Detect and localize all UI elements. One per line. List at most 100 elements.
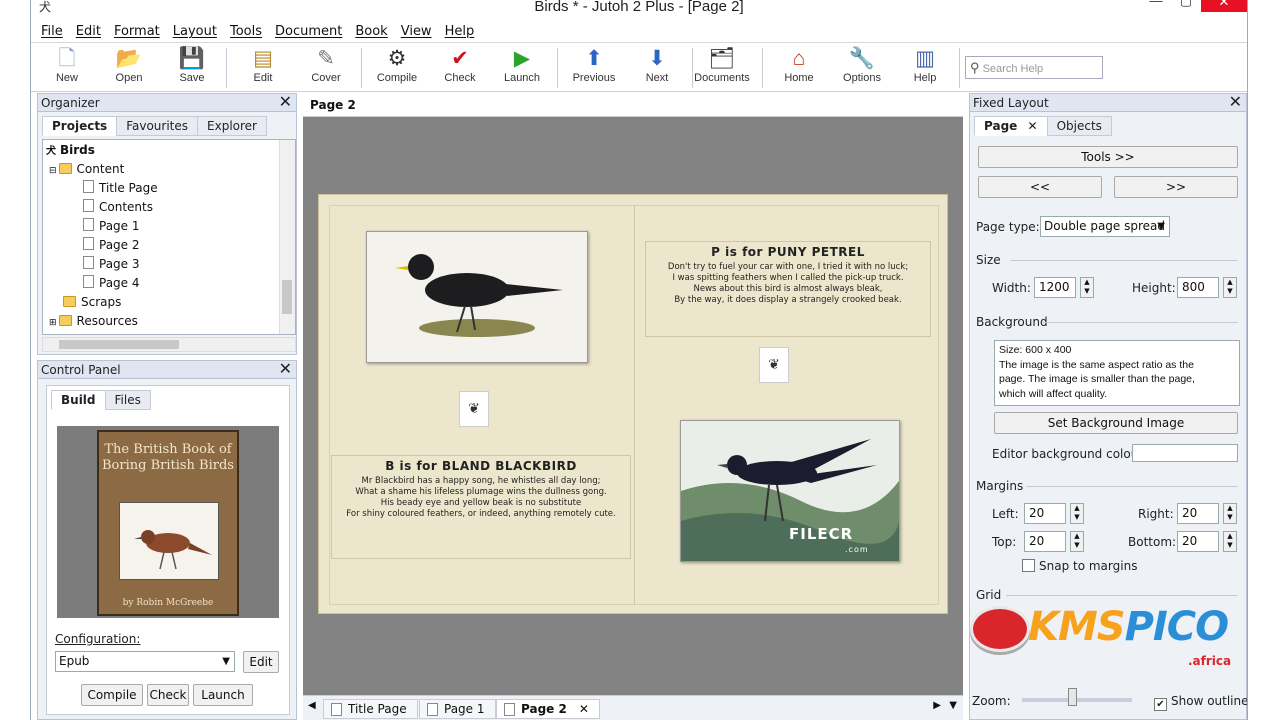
help-button[interactable]: ▥ Help bbox=[897, 46, 953, 84]
margin-top-stepper[interactable]: ▲ ▼ bbox=[1070, 531, 1084, 552]
save-button[interactable]: 💾 Save bbox=[164, 46, 220, 84]
doc-tab-page-2[interactable]: Page 2 ✕ bbox=[496, 699, 600, 719]
tree-item-resources[interactable]: ⊞ Resources bbox=[49, 312, 138, 330]
edit-button[interactable]: ▤ Edit bbox=[235, 46, 291, 84]
close-icon[interactable]: ✕ bbox=[279, 360, 292, 378]
width-input[interactable]: 1200 bbox=[1034, 277, 1076, 298]
leaf-ornament[interactable]: ❦ bbox=[459, 391, 489, 427]
tab-scroll-left-icon[interactable]: ◀ bbox=[308, 700, 316, 711]
doc-tab-page-1[interactable]: Page 1 bbox=[419, 699, 496, 719]
blackbird-text-frame[interactable]: B is for BLAND BLACKBIRD Mr Blackbird ha… bbox=[331, 455, 631, 559]
menu-book[interactable]: Book bbox=[355, 24, 387, 39]
close-button[interactable]: ✕ bbox=[1201, 0, 1247, 12]
set-background-image-button[interactable]: Set Background Image bbox=[994, 412, 1238, 434]
tree-item-page[interactable]: Contents bbox=[83, 198, 153, 216]
tree-hscrollbar[interactable] bbox=[42, 337, 296, 352]
menu-layout[interactable]: Layout bbox=[173, 24, 217, 39]
next-page-button[interactable]: >> bbox=[1114, 176, 1238, 198]
configuration-select[interactable]: Epub ▼ bbox=[55, 651, 235, 672]
tree-item-page[interactable]: Page 4 bbox=[83, 274, 140, 292]
width-stepper[interactable]: ▲ ▼ bbox=[1080, 277, 1094, 298]
cover-icon: ✎ bbox=[317, 47, 335, 70]
margin-left-stepper[interactable]: ▲ ▼ bbox=[1070, 503, 1084, 524]
margin-right-stepper[interactable]: ▲ ▼ bbox=[1223, 503, 1237, 524]
show-outlines[interactable]: ✔ Show outlines bbox=[1154, 694, 1247, 711]
check-button[interactable]: ✔ Check bbox=[432, 46, 488, 84]
control-panel-header: Control Panel ✕ bbox=[38, 360, 296, 379]
tree-scrollbar[interactable] bbox=[279, 140, 295, 334]
folder-icon bbox=[63, 296, 76, 307]
margin-right-input[interactable]: 20 bbox=[1177, 503, 1219, 524]
snap-checkbox[interactable] bbox=[1022, 559, 1035, 572]
compile-button[interactable]: ⚙ Compile bbox=[369, 46, 425, 84]
close-tab-icon[interactable]: ✕ bbox=[1028, 119, 1038, 133]
show-outlines-checkbox[interactable]: ✔ bbox=[1154, 698, 1167, 711]
page-type-select[interactable]: Double page spread ▼ bbox=[1040, 216, 1170, 237]
previous-button[interactable]: ⬆ Previous bbox=[566, 46, 622, 84]
options-button[interactable]: 🔧 Options bbox=[834, 46, 890, 84]
menu-edit[interactable]: Edit bbox=[76, 24, 101, 39]
menu-file[interactable]: File bbox=[41, 24, 63, 39]
new-button[interactable]: 🗋 New bbox=[39, 46, 95, 84]
open-button[interactable]: 📂 Open bbox=[101, 46, 157, 84]
doc-tab-title-page[interactable]: Title Page bbox=[323, 699, 418, 719]
blackbird-image[interactable] bbox=[366, 231, 588, 363]
launch-button[interactable]: Launch bbox=[193, 684, 253, 706]
search-input[interactable]: ⚲ Search Help bbox=[965, 56, 1103, 79]
petrel-text-frame[interactable]: P is for PUNY PETREL Don't try to fuel y… bbox=[645, 241, 931, 337]
margin-bottom-input[interactable]: 20 bbox=[1177, 531, 1219, 552]
tree-item-scraps[interactable]: Scraps bbox=[63, 293, 121, 311]
menu-help[interactable]: Help bbox=[445, 24, 475, 39]
snap-to-margins[interactable]: Snap to margins bbox=[1022, 559, 1137, 573]
tab-page[interactable]: Page ✕ bbox=[974, 116, 1048, 136]
minimize-button[interactable]: — bbox=[1141, 0, 1171, 12]
close-tab-icon[interactable]: ✕ bbox=[579, 702, 589, 716]
cover-button[interactable]: ✎ Cover bbox=[298, 46, 354, 84]
leaf-ornament[interactable]: ❦ bbox=[759, 347, 789, 383]
previous-page-button[interactable]: << bbox=[978, 176, 1102, 198]
tab-objects[interactable]: Objects bbox=[1046, 116, 1112, 136]
zoom-slider-track[interactable] bbox=[1022, 698, 1132, 702]
tab-build[interactable]: Build bbox=[51, 390, 106, 410]
tree-item-page[interactable]: Page 3 bbox=[83, 255, 140, 273]
tab-explorer[interactable]: Explorer bbox=[197, 116, 267, 136]
gear-icon: ⚙ bbox=[387, 47, 407, 70]
documents-button[interactable]: 🗂 Documents bbox=[694, 46, 750, 84]
home-button[interactable]: ⌂ Home bbox=[771, 46, 827, 84]
menu-format[interactable]: Format bbox=[114, 24, 160, 39]
margin-left-input[interactable]: 20 bbox=[1024, 503, 1066, 524]
close-icon[interactable]: ✕ bbox=[1229, 93, 1242, 111]
tab-projects[interactable]: Projects bbox=[42, 116, 118, 136]
tree-item-page[interactable]: Page 1 bbox=[83, 217, 140, 235]
tree-item-page[interactable]: Page 2 bbox=[83, 236, 140, 254]
height-input[interactable]: 800 bbox=[1177, 277, 1219, 298]
margin-top-input[interactable]: 20 bbox=[1024, 531, 1066, 552]
book-cover: The British Book of Boring British Birds… bbox=[97, 430, 239, 616]
configuration-edit-button[interactable]: Edit bbox=[243, 651, 279, 673]
check-button[interactable]: Check bbox=[147, 684, 189, 706]
tab-scroll-right-icon[interactable]: ▶ bbox=[933, 700, 941, 711]
next-button[interactable]: ⬇ Next bbox=[629, 46, 685, 84]
menu-view[interactable]: View bbox=[401, 24, 432, 39]
petrel-image[interactable]: FILECR .com bbox=[680, 420, 900, 562]
maximize-button[interactable]: ▢ bbox=[1171, 0, 1201, 12]
blackbird-heading: B is for BLAND BLACKBIRD bbox=[385, 459, 577, 473]
menu-tools[interactable]: Tools bbox=[230, 24, 262, 39]
tools-button[interactable]: Tools >> bbox=[978, 146, 1238, 168]
tab-list-icon[interactable]: ▼ bbox=[949, 700, 957, 711]
margin-bottom-stepper[interactable]: ▲ ▼ bbox=[1223, 531, 1237, 552]
tree-item-page[interactable]: Title Page bbox=[83, 179, 158, 197]
close-icon[interactable]: ✕ bbox=[279, 93, 292, 111]
menu-document[interactable]: Document bbox=[275, 24, 342, 39]
height-stepper[interactable]: ▲ ▼ bbox=[1223, 277, 1237, 298]
page-spread[interactable]: ❦ B is for BLAND BLACKBIRD Mr Blackbird … bbox=[318, 194, 948, 614]
tab-files[interactable]: Files bbox=[104, 390, 151, 410]
editor-background-colour[interactable] bbox=[1132, 444, 1238, 462]
launch-button[interactable]: ▶ Launch bbox=[494, 46, 550, 84]
compile-button[interactable]: Compile bbox=[81, 684, 143, 706]
tab-favourites[interactable]: Favourites bbox=[116, 116, 199, 136]
tree-item-content[interactable]: ⊟ Content bbox=[49, 160, 124, 178]
project-icon: 犬 bbox=[46, 146, 56, 157]
zoom-slider-thumb[interactable] bbox=[1068, 688, 1077, 706]
tree-item-birds[interactable]: 犬 Birds bbox=[46, 141, 95, 159]
